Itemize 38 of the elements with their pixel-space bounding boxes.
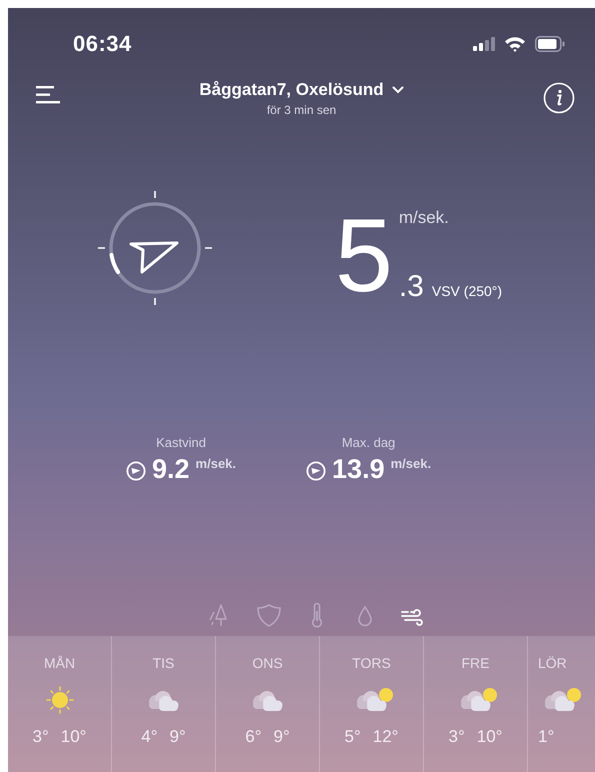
day-label: TIS bbox=[152, 655, 174, 671]
wifi-icon bbox=[504, 36, 526, 52]
wind-speed-decimal: .3 bbox=[398, 270, 424, 304]
day-label: FRE bbox=[462, 655, 490, 671]
location-title[interactable]: Båggatan7, Oxelösund bbox=[199, 80, 384, 100]
speed-unit: m/sek. bbox=[398, 208, 450, 228]
signal-icon bbox=[473, 37, 495, 51]
status-time: 06:34 bbox=[73, 31, 132, 57]
direction-icon bbox=[126, 461, 146, 481]
battery-icon bbox=[535, 36, 565, 52]
low-temperature: 3° bbox=[32, 727, 49, 747]
wind-direction: VSV (250°) bbox=[432, 282, 502, 298]
wind-speed: 5 bbox=[335, 204, 393, 308]
day-label: TORS bbox=[352, 655, 391, 671]
stat-unit: m/sek. bbox=[196, 456, 236, 471]
chevron-down-icon[interactable] bbox=[392, 86, 404, 94]
low-temperature: 3° bbox=[448, 727, 465, 747]
high-temperature: 9° bbox=[170, 727, 186, 747]
stat-value: 9.2 bbox=[152, 456, 190, 483]
stat-label: Max. dag bbox=[342, 435, 396, 450]
low-temperature: 5° bbox=[344, 727, 361, 747]
high-temperature: 9° bbox=[274, 727, 290, 747]
stat-unit: m/sek. bbox=[390, 456, 432, 471]
low-temperature: 1° bbox=[538, 727, 554, 747]
high-temperature: 10° bbox=[60, 727, 86, 747]
day-label: ONS bbox=[252, 655, 283, 671]
high-temperature: 12° bbox=[372, 727, 398, 747]
low-temperature: 6° bbox=[245, 727, 262, 747]
high-temperature: 10° bbox=[476, 727, 502, 747]
info-icon[interactable] bbox=[543, 82, 575, 114]
stat-value: 13.9 bbox=[332, 456, 385, 483]
low-temperature: 4° bbox=[141, 727, 158, 747]
updated-time: för 3 min sen bbox=[266, 103, 336, 117]
direction-icon bbox=[306, 461, 326, 481]
stat-label: Kastvind bbox=[156, 435, 206, 450]
day-label: LÖR bbox=[538, 655, 567, 671]
day-label: MÅN bbox=[44, 655, 76, 671]
menu-icon[interactable] bbox=[36, 86, 60, 104]
